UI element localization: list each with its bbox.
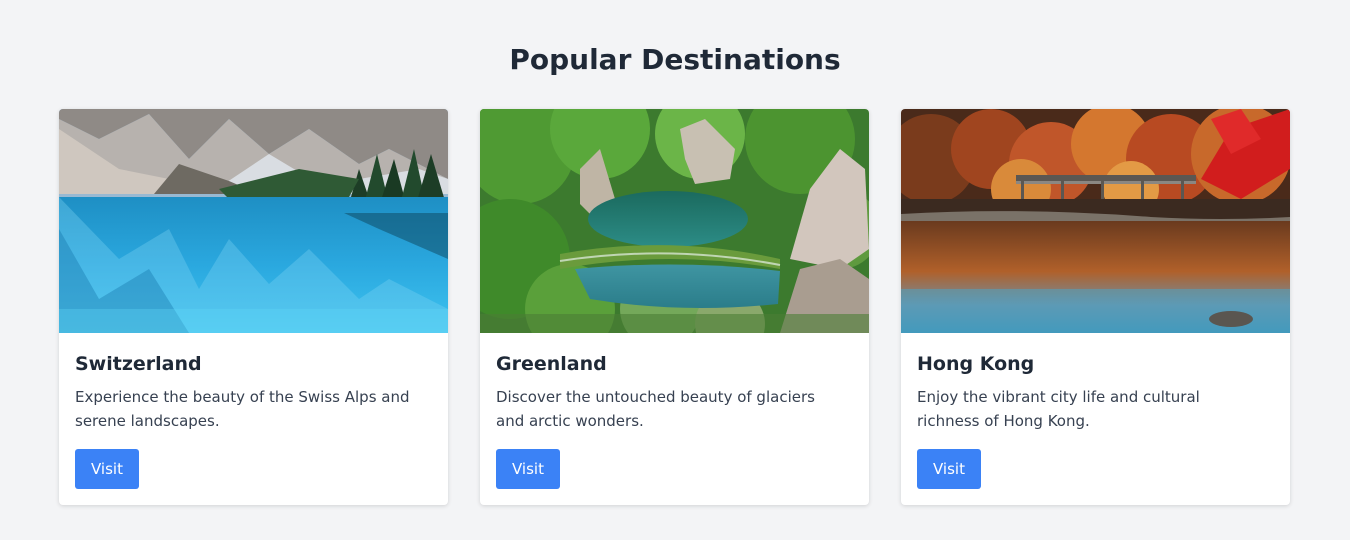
visit-button-switzerland[interactable]: Visit: [75, 449, 139, 489]
destination-card-greenland: Greenland Discover the untouched beauty …: [480, 109, 869, 505]
destination-description: Discover the untouched beauty of glacier…: [496, 388, 815, 430]
visit-button-hong-kong[interactable]: Visit: [917, 449, 981, 489]
destination-image-hong-kong: [901, 109, 1290, 333]
destination-description: Experience the beauty of the Swiss Alps …: [75, 388, 410, 430]
destination-card-switzerland: Switzerland Experience the beauty of the…: [59, 109, 448, 505]
destination-name: Greenland: [496, 353, 607, 375]
destination-description: Enjoy the vibrant city life and cultural…: [917, 388, 1200, 430]
page-title: Popular Destinations: [509, 43, 841, 76]
destination-card-hong-kong: Hong Kong Enjoy the vibrant city life an…: [901, 109, 1290, 505]
destination-name: Switzerland: [75, 353, 202, 375]
destination-name: Hong Kong: [917, 353, 1035, 375]
visit-button-greenland[interactable]: Visit: [496, 449, 560, 489]
destination-image-switzerland: [59, 109, 448, 333]
page: Popular Destinations Switzerland Experie…: [0, 0, 1350, 540]
destination-image-greenland: [480, 109, 869, 333]
